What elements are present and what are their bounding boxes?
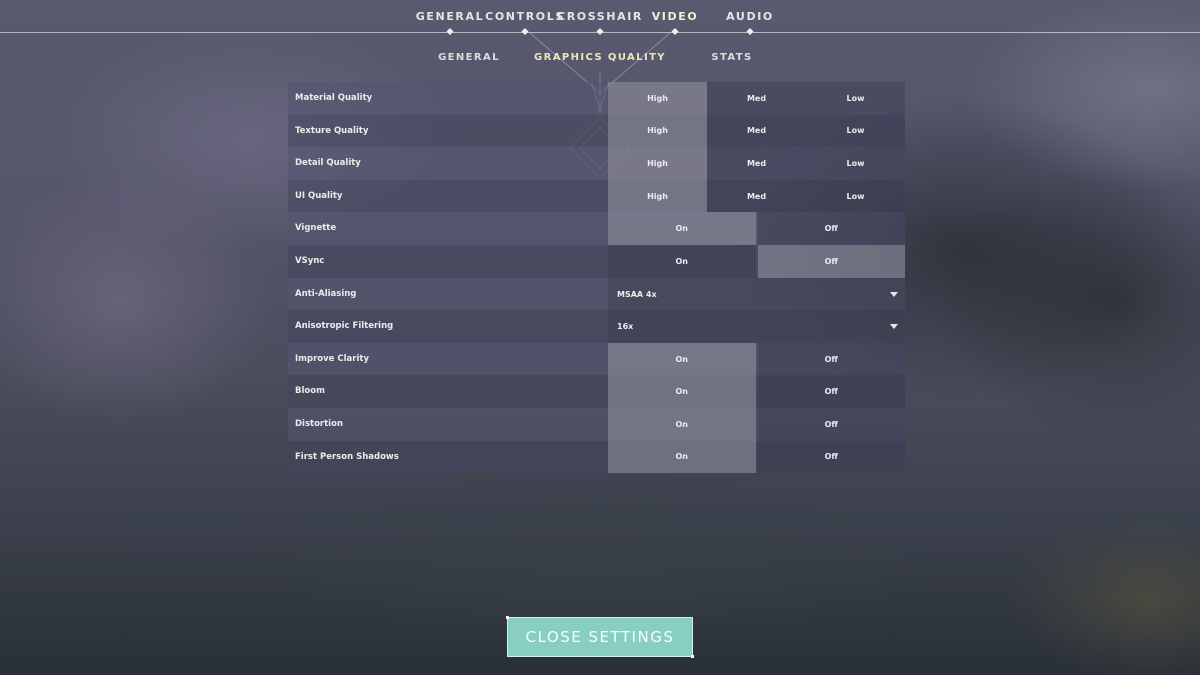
setting-label: Anisotropic Filtering bbox=[295, 321, 394, 332]
option-off-button[interactable]: Off bbox=[757, 212, 905, 245]
setting-label: VSync bbox=[295, 255, 325, 266]
setting-label: Vignette bbox=[295, 223, 337, 234]
option-group: On Off bbox=[608, 407, 905, 441]
dropdown-value: MSAA 4x bbox=[617, 289, 657, 299]
setting-row-vignette: Vignette On Off bbox=[288, 212, 905, 245]
option-high-button[interactable]: High bbox=[608, 147, 707, 180]
option-low-button[interactable]: Low bbox=[806, 114, 905, 148]
diamond-icon bbox=[521, 27, 529, 36]
setting-label: Distortion bbox=[295, 418, 343, 429]
subtab-stats[interactable]: STATS bbox=[711, 52, 752, 63]
diamond-icon bbox=[746, 27, 754, 36]
option-off-button[interactable]: Off bbox=[757, 407, 905, 441]
option-on-button[interactable]: On bbox=[608, 342, 756, 376]
setting-label: Detail Quality bbox=[295, 158, 361, 169]
triangle-down-icon bbox=[890, 324, 898, 330]
option-group: High Med Low bbox=[608, 82, 905, 115]
option-high-button[interactable]: High bbox=[608, 179, 707, 213]
diamond-icon bbox=[671, 27, 679, 36]
setting-label: Material Quality bbox=[295, 93, 373, 103]
option-group: On Off bbox=[608, 375, 905, 408]
option-group: On Off bbox=[608, 440, 905, 474]
diamond-icon bbox=[446, 27, 454, 36]
dropdown-select[interactable]: 16x bbox=[608, 310, 905, 343]
setting-label: Anti-Aliasing bbox=[295, 288, 357, 299]
option-group: High Med Low bbox=[608, 179, 905, 213]
tab-controls[interactable]: CONTROLS bbox=[485, 10, 565, 23]
option-med-button[interactable]: Med bbox=[707, 147, 806, 180]
option-low-button[interactable]: Low bbox=[806, 82, 905, 115]
setting-label: Improve Clarity bbox=[295, 353, 369, 364]
setting-row-detail-quality: Detail Quality High Med Low bbox=[288, 147, 905, 180]
option-high-button[interactable]: High bbox=[608, 82, 707, 115]
setting-row-ui-quality: UI Quality High Med Low bbox=[288, 179, 905, 213]
option-med-button[interactable]: Med bbox=[707, 179, 806, 213]
top-nav: GENERAL CONTROLS CROSSHAIR VIDEO AUDIO bbox=[0, 0, 1200, 36]
setting-label: Bloom bbox=[295, 386, 325, 397]
option-on-button[interactable]: On bbox=[608, 407, 756, 441]
option-on-button[interactable]: On bbox=[608, 375, 756, 408]
setting-label: UI Quality bbox=[295, 190, 343, 201]
setting-row-texture-quality: Texture Quality High Med Low bbox=[288, 114, 905, 148]
option-group: On Off bbox=[608, 244, 905, 278]
option-group: High Med Low bbox=[608, 147, 905, 180]
tab-audio[interactable]: AUDIO bbox=[726, 10, 774, 23]
setting-row-anisotropic-filtering: Anisotropic Filtering 16x bbox=[288, 310, 905, 343]
tab-general[interactable]: GENERAL bbox=[416, 10, 484, 23]
option-low-button[interactable]: Low bbox=[806, 179, 905, 213]
option-off-button[interactable]: Off bbox=[757, 244, 905, 278]
dropdown-select[interactable]: MSAA 4x bbox=[608, 277, 905, 311]
subtab-graphics-quality[interactable]: GRAPHICS QUALITY bbox=[534, 52, 666, 63]
option-on-button[interactable]: On bbox=[608, 244, 756, 278]
option-off-button[interactable]: Off bbox=[757, 342, 905, 376]
subtab-general[interactable]: GENERAL bbox=[438, 52, 500, 63]
option-on-button[interactable]: On bbox=[608, 212, 756, 245]
setting-row-distortion: Distortion On Off bbox=[288, 407, 905, 441]
close-settings-button[interactable]: CLOSE SETTINGS bbox=[506, 616, 694, 658]
triangle-down-icon bbox=[890, 291, 898, 297]
setting-row-improve-clarity: Improve Clarity On Off bbox=[288, 342, 905, 376]
option-med-button[interactable]: Med bbox=[707, 82, 806, 115]
setting-row-anti-aliasing: Anti-Aliasing MSAA 4x bbox=[288, 277, 905, 311]
setting-row-bloom: Bloom On Off bbox=[288, 375, 905, 408]
option-group: On Off bbox=[608, 212, 905, 245]
graphics-settings-list: Material Quality High Med Low Texture Qualit… bbox=[288, 82, 905, 474]
setting-label: First Person Shadows bbox=[295, 451, 399, 462]
option-off-button[interactable]: Off bbox=[757, 440, 905, 474]
setting-row-first-person-shadows: First Person Shadows On Off bbox=[288, 440, 905, 474]
setting-row-vsync: VSync On Off bbox=[288, 244, 905, 278]
option-group: High Med Low bbox=[608, 114, 905, 148]
setting-label: Texture Quality bbox=[295, 125, 369, 136]
dropdown-value: 16x bbox=[617, 322, 634, 332]
option-low-button[interactable]: Low bbox=[806, 147, 905, 180]
option-off-button[interactable]: Off bbox=[757, 375, 905, 408]
option-high-button[interactable]: High bbox=[608, 114, 707, 148]
tab-crosshair[interactable]: CROSSHAIR bbox=[557, 10, 643, 23]
option-on-button[interactable]: On bbox=[608, 440, 756, 474]
option-group: On Off bbox=[608, 342, 905, 376]
tab-video[interactable]: VIDEO bbox=[652, 10, 699, 23]
setting-row-material-quality: Material Quality High Med Low bbox=[288, 82, 905, 115]
option-med-button[interactable]: Med bbox=[707, 114, 806, 148]
